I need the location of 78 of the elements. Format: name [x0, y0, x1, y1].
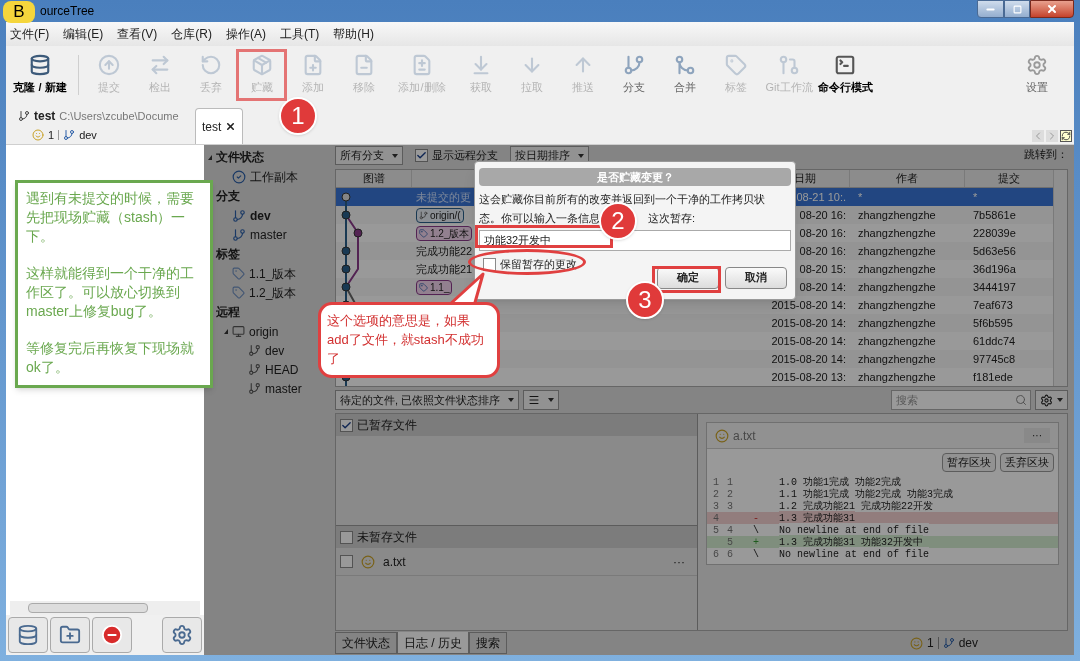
dialog-message: 态。你可以输入一条信息 [479, 210, 600, 226]
sidebar-section-title: 文件状态 [216, 149, 264, 166]
author-cell-text: zhangzhengzhe [857, 333, 937, 349]
diff-sign: + [753, 535, 759, 549]
sidebar-section-title: 远程 [216, 304, 240, 321]
diff-sign: \ [753, 523, 759, 538]
date-cell-text: 08-20 16: [798, 243, 847, 259]
line-number: 3 [713, 500, 719, 512]
line-number: 5 [727, 536, 733, 548]
commit-hash-cell-text: f181ede [972, 369, 1014, 385]
author-cell-text: zhangzhengzhe [857, 243, 937, 259]
repo-name: test [34, 108, 56, 125]
date-cell-text: 2015-08-20 14: [770, 351, 847, 367]
repo-path: C:\Users\zcube\Docume [59, 108, 179, 124]
commit-hash-cell-text: 7b5861e [972, 207, 1017, 223]
date-cell-text: 08-20 16: [798, 207, 847, 223]
annotation-text: 这样就能得到一个干净的工作区了。可以放心切换到master上修复bug了。 [26, 264, 195, 321]
status-branch: dev [958, 635, 978, 652]
date-cell-text: 2015-08-20 14: [770, 333, 847, 349]
annotation-text: 等修复完后再恢复下现场就ok了。 [26, 339, 195, 377]
author-cell-text: zhangzhengzhe [857, 225, 937, 241]
diff-sign: \ [753, 547, 759, 562]
dialog-title: 是否贮藏变更？ [479, 168, 791, 186]
commit-hash-cell-text: 7eaf673 [972, 297, 1014, 313]
commit-description: 未提交的更 [416, 189, 471, 205]
date-cell-text: 08-20 15: [798, 261, 847, 277]
section-header: 已暂存文件 [357, 417, 417, 434]
line-number: 1 [713, 476, 719, 488]
annotation-text: 遇到有未提交的时候，需要先把现场贮藏（stash）一下。 [26, 189, 195, 246]
line-number: 3 [727, 500, 733, 512]
line-number: 2 [727, 488, 733, 500]
sidebar-section-title: 分支 [216, 188, 240, 205]
commit-description: 完成功能21 [416, 261, 473, 277]
author-cell-text: zhangzhengzhe [857, 369, 937, 385]
commit-hash-cell-text: 228039e [972, 225, 1017, 241]
line-number: 1 [727, 476, 733, 488]
section-header: 未暂存文件 [357, 529, 417, 546]
annotation-badge: B [3, 1, 35, 23]
commit-hash-cell-text: 5f6b595 [972, 315, 1014, 331]
date-cell-text: 2015-08-20 14: [770, 297, 847, 313]
date-cell-text: 08-21 10:. [795, 189, 847, 205]
author-cell-text: zhangzhengzhe [857, 279, 937, 295]
change-count: 1 [48, 128, 55, 143]
line-number: 6 [713, 548, 719, 560]
author-cell-text: zhangzhengzhe [857, 351, 937, 367]
dialog-message: 这次暂存: [648, 210, 696, 226]
window-title: ourceTree [40, 3, 95, 20]
author-cell-text: zhangzhengzhe [857, 315, 937, 331]
date-cell-text: 2015-08-20 14: [770, 315, 847, 331]
status-change-count: 1 [926, 635, 934, 652]
sidebar-section-title: 标签 [216, 246, 240, 263]
author-cell-text: zhangzhengzhe [857, 261, 937, 277]
author-cell-text: zhangzhengzhe [857, 297, 937, 313]
author-cell-text: * [857, 189, 864, 205]
date-cell-text: 2015-08-20 13: [770, 369, 847, 385]
jump-to-label: 跳转到： [1024, 147, 1068, 162]
date-cell-text: 08-20 14: [798, 279, 847, 295]
commit-hash-cell-text: 36d196a [972, 261, 1017, 277]
branch-name: dev [79, 128, 97, 143]
author-cell-text: zhangzhengzhe [857, 207, 937, 223]
diff-sign: - [753, 511, 759, 525]
commit-hash-cell-text: 97745c8 [972, 351, 1017, 367]
line-number: 6 [727, 548, 733, 560]
line-number: 5 [713, 524, 719, 536]
checkbox-label: 显示远程分支 [432, 148, 498, 164]
line-number: 4 [713, 512, 719, 524]
line-number: 4 [727, 524, 733, 536]
date-cell-text: 08-20 16: [798, 225, 847, 241]
commit-description: 完成功能22 [416, 243, 473, 259]
tag-label: 1.1_ [416, 279, 453, 295]
branch-label: origin/( [416, 207, 464, 223]
line-number: 2 [713, 488, 719, 500]
commit-hash-cell-text: 5d63e56 [972, 243, 1017, 259]
diff-file-name: a.txt [733, 427, 757, 445]
commit-hash-cell-text: 61ddc74 [972, 333, 1017, 349]
commit-hash-cell-text: 3444197 [972, 279, 1017, 295]
commit-hash-cell-text: * [972, 189, 979, 205]
tag-label: 1.2_版本 [416, 225, 473, 241]
